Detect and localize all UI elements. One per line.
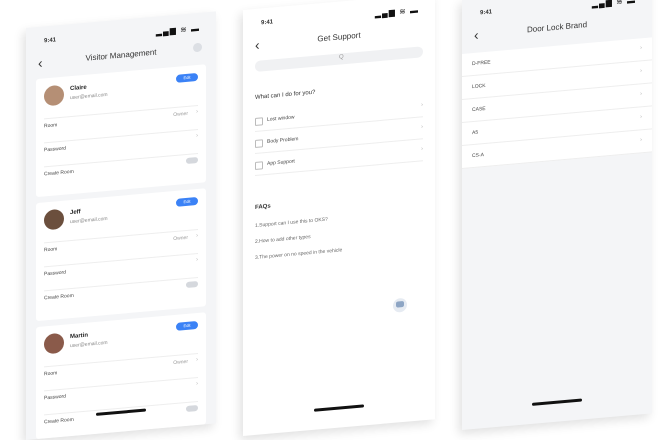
chevron-right-icon: ›: [640, 68, 642, 75]
chevron-right-icon: ›: [421, 124, 423, 131]
chevron-right-icon: ›: [640, 137, 642, 144]
user-card: Martin user@email.com Edit Room Owner › …: [36, 312, 206, 440]
create-room-toggle[interactable]: [186, 404, 198, 413]
phone-screen-door-lock-brand: 9:41 ▂▄▆ ≋ ▬ ‹ Door Lock Brand D-FREE › …: [462, 0, 652, 430]
phone-screen-visitor-management: 9:41 ▂▄▆ ≋ ▬ ‹ Visitor Management Claire…: [26, 11, 216, 440]
brand-name: CASE: [472, 105, 486, 114]
faq-heading: FAQs: [255, 203, 271, 211]
avatar: [44, 332, 64, 355]
row-value: Owner: [173, 358, 188, 367]
user-card: Jeff user@email.com Edit Room Owner › Pa…: [36, 188, 206, 322]
brand-list: D-FREE › LOCK › CASE › A5 › CS-A ›: [462, 37, 652, 170]
chevron-right-icon: ›: [196, 108, 198, 116]
chevron-right-icon: ›: [196, 256, 198, 264]
chevron-right-icon: ›: [196, 132, 198, 140]
avatar: [44, 84, 64, 107]
status-time: 9:41: [44, 37, 57, 45]
chevron-right-icon: ›: [640, 45, 642, 52]
checkbox[interactable]: [255, 139, 263, 148]
create-room-row: Create Room: [44, 152, 198, 182]
avatar: [44, 208, 64, 231]
row-label: Password: [44, 145, 66, 154]
faq-item[interactable]: 3.The power on no speed in the vehicle: [255, 247, 342, 261]
checkbox[interactable]: [255, 117, 263, 126]
room-row[interactable]: Room Owner ›: [44, 104, 198, 134]
user-card: Claire user@email.com Edit Room Owner › …: [36, 64, 206, 198]
row-value: Owner: [173, 234, 188, 243]
signal-icon: ▂▄▆ ≋ ▬: [155, 23, 200, 37]
phone-screen-get-support: 9:41 ▂▄▆ ≋ ▬ ‹ Get Support Q What can I …: [243, 0, 435, 436]
row-label: Create Room: [44, 292, 74, 302]
brand-name: CS-A: [472, 152, 484, 160]
support-question: What can I do for you?: [255, 89, 316, 101]
row-value: Owner: [173, 110, 188, 119]
user-email: user@email.com: [70, 215, 108, 226]
row-label: Password: [44, 393, 66, 402]
chevron-right-icon: ›: [421, 102, 423, 109]
signal-icon: ▂▄▆ ≋ ▬: [591, 0, 636, 9]
create-room-row: Create Room: [44, 400, 198, 430]
create-room-toggle[interactable]: [186, 156, 198, 165]
checkbox[interactable]: [255, 161, 263, 170]
chat-icon[interactable]: [393, 297, 407, 313]
chevron-right-icon: ›: [196, 232, 198, 240]
faq-item[interactable]: 2.How to add other types: [255, 234, 311, 245]
brand-name: A5: [472, 129, 479, 137]
edit-button[interactable]: Edit: [176, 320, 198, 331]
brand-name: LOCK: [472, 82, 486, 91]
faq-item[interactable]: 1.Support can I use this to OKS?: [255, 217, 328, 229]
status-time: 9:41: [261, 19, 274, 27]
user-name: Martin: [70, 332, 88, 341]
password-row[interactable]: Password ›: [44, 128, 198, 158]
brand-name: D-FREE: [472, 59, 491, 68]
row-label: Create Room: [44, 416, 74, 426]
user-email: user@email.com: [70, 339, 108, 350]
chevron-right-icon: ›: [640, 114, 642, 121]
create-room-row: Create Room: [44, 276, 198, 306]
chevron-right-icon: ›: [196, 380, 198, 388]
user-name: Jeff: [70, 209, 81, 217]
password-row[interactable]: Password ›: [44, 376, 198, 406]
create-room-toggle[interactable]: [186, 280, 198, 289]
chevron-right-icon: ›: [640, 91, 642, 98]
chevron-right-icon: ›: [421, 146, 423, 153]
home-indicator: [532, 398, 582, 406]
edit-button[interactable]: Edit: [176, 196, 198, 207]
home-indicator: [314, 404, 364, 412]
edit-button[interactable]: Edit: [176, 72, 198, 83]
user-email: user@email.com: [70, 91, 108, 102]
option-label: App Support: [267, 158, 295, 167]
row-label: Room: [44, 246, 58, 254]
option-label: Lost window: [267, 114, 295, 123]
signal-icon: ▂▄▆ ≋ ▬: [374, 5, 419, 19]
user-name: Claire: [70, 84, 87, 93]
chevron-right-icon: ›: [196, 356, 198, 364]
row-label: Room: [44, 370, 58, 378]
row-label: Password: [44, 269, 66, 278]
status-time: 9:41: [480, 9, 493, 17]
option-label: Body Problem: [267, 136, 299, 145]
search-icon: Q: [339, 54, 344, 61]
row-label: Create Room: [44, 168, 74, 178]
room-row[interactable]: Room Owner ›: [44, 228, 198, 258]
row-label: Room: [44, 122, 58, 130]
password-row[interactable]: Password ›: [44, 252, 198, 282]
room-row[interactable]: Room Owner ›: [44, 352, 198, 382]
